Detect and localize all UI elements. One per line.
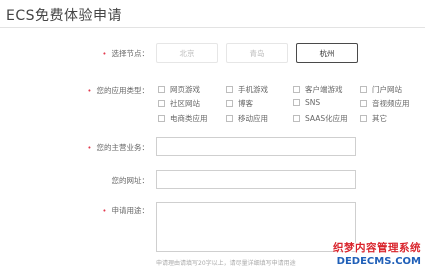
website-label: 您的网址： <box>112 175 150 186</box>
app-option-label: 客户端游戏 <box>305 85 343 94</box>
checkbox[interactable] <box>158 100 165 107</box>
checkbox[interactable] <box>226 86 233 93</box>
title-divider <box>0 27 425 28</box>
usage-hint: 申请理由请填写20字以上，请尽量详细填写申请用途 <box>156 260 296 267</box>
required-mark: • <box>87 87 92 95</box>
app-option-portal[interactable]: 门户网站 <box>360 84 402 95</box>
website-label-text: 您的网址： <box>111 176 150 185</box>
node-option-label: 杭州 <box>319 48 335 58</box>
business-input[interactable] <box>156 137 356 156</box>
checkbox[interactable] <box>360 115 367 122</box>
app-option-community[interactable]: 社区网站 <box>158 98 200 109</box>
app-option-label: 音视频应用 <box>372 99 410 108</box>
app-option-label: SAAS化应用 <box>305 114 348 123</box>
app-option-av[interactable]: 音视频应用 <box>360 98 410 109</box>
checkbox[interactable] <box>158 86 165 93</box>
checkbox[interactable] <box>360 86 367 93</box>
app-option-mobile-app[interactable]: 移动应用 <box>226 113 268 124</box>
app-option-client-game[interactable]: 客户端游戏 <box>293 84 343 95</box>
app-option-mobile-game[interactable]: 手机游戏 <box>226 84 268 95</box>
app-option-label: SNS <box>305 98 321 107</box>
watermark-line1: 织梦内容管理系统 <box>333 242 421 254</box>
node-option-qingdao[interactable]: 青岛 <box>226 43 288 63</box>
app-option-ecommerce[interactable]: 电商类应用 <box>158 113 208 124</box>
checkbox[interactable] <box>293 115 300 122</box>
checkbox[interactable] <box>293 99 300 106</box>
checkbox[interactable] <box>226 115 233 122</box>
required-mark: • <box>102 207 107 215</box>
node-option-hangzhou[interactable]: 杭州 <box>296 43 358 63</box>
app-option-blog[interactable]: 博客 <box>226 98 253 109</box>
app-type-label-text: 您的应用类型： <box>96 86 150 95</box>
app-option-sns[interactable]: SNS <box>293 98 320 107</box>
checkbox[interactable] <box>226 100 233 107</box>
checkbox[interactable] <box>360 100 367 107</box>
node-option-beijing[interactable]: 北京 <box>156 43 218 63</box>
app-option-label: 电商类应用 <box>170 114 208 123</box>
node-label: • 选择节点： <box>102 48 149 59</box>
app-type-label: • 您的应用类型： <box>87 85 149 96</box>
app-option-label: 其它 <box>372 114 387 123</box>
app-option-label: 社区网站 <box>170 99 200 108</box>
node-option-label: 北京 <box>179 48 195 58</box>
node-label-text: 选择节点： <box>111 49 150 58</box>
app-option-web-game[interactable]: 网页游戏 <box>158 84 200 95</box>
app-option-label: 移动应用 <box>238 114 268 123</box>
checkbox[interactable] <box>293 86 300 93</box>
required-mark: • <box>102 50 107 58</box>
app-option-saas[interactable]: SAAS化应用 <box>293 113 348 124</box>
app-option-other[interactable]: 其它 <box>360 113 387 124</box>
watermark-line2: DEDECMS.COM <box>336 256 421 267</box>
page-title: ECS免费体验申请 <box>6 8 123 24</box>
node-option-label: 青岛 <box>249 48 265 58</box>
required-mark: • <box>87 144 92 152</box>
usage-label-text: 申请用途： <box>111 206 150 215</box>
app-option-label: 网页游戏 <box>170 85 200 94</box>
app-option-label: 手机游戏 <box>238 85 268 94</box>
business-label-text: 您的主营业务： <box>96 143 150 152</box>
app-option-label: 博客 <box>238 99 253 108</box>
app-option-label: 门户网站 <box>372 85 402 94</box>
business-label: • 您的主营业务： <box>87 142 149 153</box>
watermark-logo: 织梦内容管理系统 DEDECMS.COM <box>313 240 425 277</box>
website-input[interactable] <box>156 170 356 189</box>
checkbox[interactable] <box>158 115 165 122</box>
usage-label: • 申请用途： <box>102 205 149 216</box>
